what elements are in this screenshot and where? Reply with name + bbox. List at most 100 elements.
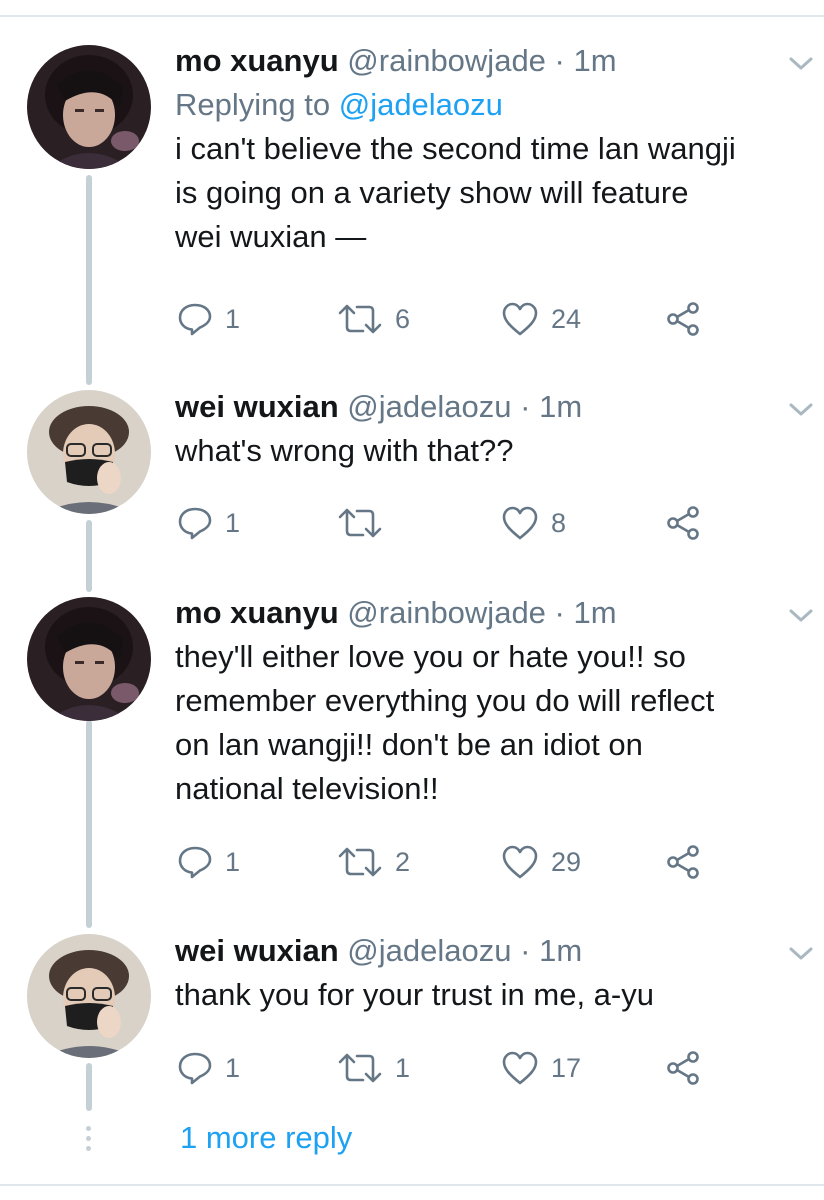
share-button[interactable] bbox=[665, 842, 701, 882]
display-name[interactable]: mo xuanyu bbox=[175, 43, 339, 78]
retweet-count: 2 bbox=[395, 846, 411, 877]
share-button[interactable] bbox=[665, 299, 701, 339]
tweet-header: mo xuanyu @rainbowjade · 1m bbox=[175, 43, 815, 79]
tweet-text-line: wei wuxian — bbox=[175, 219, 367, 254]
avatar[interactable] bbox=[27, 934, 151, 1058]
like-button[interactable]: 17 bbox=[501, 1048, 581, 1088]
tweet-actions: 1 6 24 bbox=[175, 299, 735, 339]
retweet-icon bbox=[338, 1053, 382, 1083]
retweet-count: 1 bbox=[395, 1052, 411, 1083]
share-icon bbox=[667, 506, 699, 540]
tweet-text-line: what's wrong with that?? bbox=[175, 433, 514, 468]
share-button[interactable] bbox=[665, 1048, 701, 1088]
reply-button[interactable]: 1 bbox=[177, 842, 240, 882]
thread-line bbox=[86, 175, 92, 385]
reply-count: 1 bbox=[225, 1052, 241, 1083]
chevron-down-icon[interactable] bbox=[787, 53, 815, 73]
separator-dot: · bbox=[520, 933, 531, 968]
tweet-actions: 1 1 17 bbox=[175, 1048, 735, 1088]
retweet-icon bbox=[338, 304, 382, 334]
share-icon bbox=[667, 1051, 699, 1085]
tweet-text: they'll either love you or hate you!! so… bbox=[175, 635, 815, 811]
replying-to-label: Replying to bbox=[175, 87, 331, 122]
chevron-down-icon[interactable] bbox=[787, 943, 815, 963]
reply-icon bbox=[178, 1052, 212, 1085]
replying-to-handle[interactable]: @jadelaozu bbox=[339, 87, 503, 122]
tweet-text-line: is going on a variety show will feature bbox=[175, 175, 689, 210]
reply-icon bbox=[178, 507, 212, 540]
tweet-text: what's wrong with that?? bbox=[175, 429, 815, 473]
top-divider bbox=[0, 15, 824, 17]
reply-button[interactable]: 1 bbox=[177, 299, 240, 339]
tweet-text-line: they'll either love you or hate you!! so bbox=[175, 639, 686, 674]
share-button[interactable] bbox=[665, 503, 701, 543]
reply-button[interactable]: 1 bbox=[177, 503, 240, 543]
avatar[interactable] bbox=[27, 390, 151, 514]
user-handle[interactable]: @rainbowjade bbox=[347, 43, 546, 78]
heart-icon bbox=[502, 845, 538, 879]
display-name[interactable]: mo xuanyu bbox=[175, 595, 339, 630]
reply-icon bbox=[178, 846, 212, 879]
tweet-text-line: i can't believe the second time lan wang… bbox=[175, 131, 736, 166]
retweet-button[interactable]: 1 bbox=[337, 1048, 410, 1088]
tweet-text-line: remember everything you do will reflect bbox=[175, 683, 715, 718]
chevron-down-icon[interactable] bbox=[787, 605, 815, 625]
tweet-actions: 1 2 29 bbox=[175, 842, 735, 882]
separator-dot: · bbox=[554, 43, 565, 78]
retweet-count: 6 bbox=[395, 303, 411, 334]
tweet-actions: 1 8 bbox=[175, 503, 735, 543]
separator-dot: · bbox=[520, 389, 531, 424]
timestamp[interactable]: 1m bbox=[539, 933, 582, 968]
tweet-header: mo xuanyu @rainbowjade · 1m bbox=[175, 595, 815, 631]
like-count: 24 bbox=[551, 303, 582, 334]
thread-line bbox=[86, 520, 92, 592]
display-name[interactable]: wei wuxian bbox=[175, 933, 339, 968]
timestamp[interactable]: 1m bbox=[574, 595, 617, 630]
more-replies-dots bbox=[86, 1126, 92, 1156]
tweet-text: i can't believe the second time lan wang… bbox=[175, 127, 815, 259]
like-count: 17 bbox=[551, 1052, 582, 1083]
reply-count: 1 bbox=[225, 846, 241, 877]
thread-line bbox=[86, 1063, 92, 1111]
timestamp[interactable]: 1m bbox=[574, 43, 617, 78]
avatar[interactable] bbox=[27, 597, 151, 721]
user-handle[interactable]: @rainbowjade bbox=[347, 595, 546, 630]
tweet[interactable]: mo xuanyu @rainbowjade · 1m they'll eith… bbox=[175, 595, 815, 879]
like-button[interactable]: 29 bbox=[501, 842, 581, 882]
like-button[interactable]: 8 bbox=[501, 503, 566, 543]
like-button[interactable]: 24 bbox=[501, 299, 581, 339]
tweet-text-line: thank you for your trust in me, a-yu bbox=[175, 977, 654, 1012]
tweet[interactable]: wei wuxian @jadelaozu · 1m thank you for… bbox=[175, 933, 815, 1085]
heart-icon bbox=[502, 302, 538, 336]
thread-line bbox=[86, 720, 92, 928]
heart-icon bbox=[502, 1051, 538, 1085]
share-icon bbox=[667, 302, 699, 336]
display-name[interactable]: wei wuxian bbox=[175, 389, 339, 424]
retweet-icon bbox=[338, 508, 382, 538]
tweet-header: wei wuxian @jadelaozu · 1m bbox=[175, 933, 815, 969]
separator-dot: · bbox=[554, 595, 565, 630]
user-handle[interactable]: @jadelaozu bbox=[347, 933, 511, 968]
reply-button[interactable]: 1 bbox=[177, 1048, 240, 1088]
share-icon bbox=[667, 845, 699, 879]
retweet-button[interactable]: 2 bbox=[337, 842, 410, 882]
like-count: 29 bbox=[551, 846, 582, 877]
tweet[interactable]: wei wuxian @jadelaozu · 1m what's wrong … bbox=[175, 389, 815, 540]
reply-count: 1 bbox=[225, 303, 241, 334]
like-count: 8 bbox=[551, 507, 567, 538]
chevron-down-icon[interactable] bbox=[787, 399, 815, 419]
avatar[interactable] bbox=[27, 45, 151, 169]
timestamp[interactable]: 1m bbox=[539, 389, 582, 424]
reply-count: 1 bbox=[225, 507, 241, 538]
retweet-button[interactable]: 6 bbox=[337, 299, 410, 339]
user-handle[interactable]: @jadelaozu bbox=[347, 389, 511, 424]
heart-icon bbox=[502, 506, 538, 540]
reply-icon bbox=[178, 303, 212, 336]
replying-to-line: Replying to @jadelaozu bbox=[175, 87, 815, 123]
retweet-button[interactable] bbox=[337, 503, 395, 543]
bottom-divider bbox=[0, 1184, 824, 1186]
more-replies-link[interactable]: 1 more reply bbox=[180, 1119, 352, 1157]
tweet[interactable]: mo xuanyu @rainbowjade · 1m Replying to … bbox=[175, 43, 815, 336]
tweet-text-line: national television!! bbox=[175, 771, 439, 806]
tweet-header: wei wuxian @jadelaozu · 1m bbox=[175, 389, 815, 425]
